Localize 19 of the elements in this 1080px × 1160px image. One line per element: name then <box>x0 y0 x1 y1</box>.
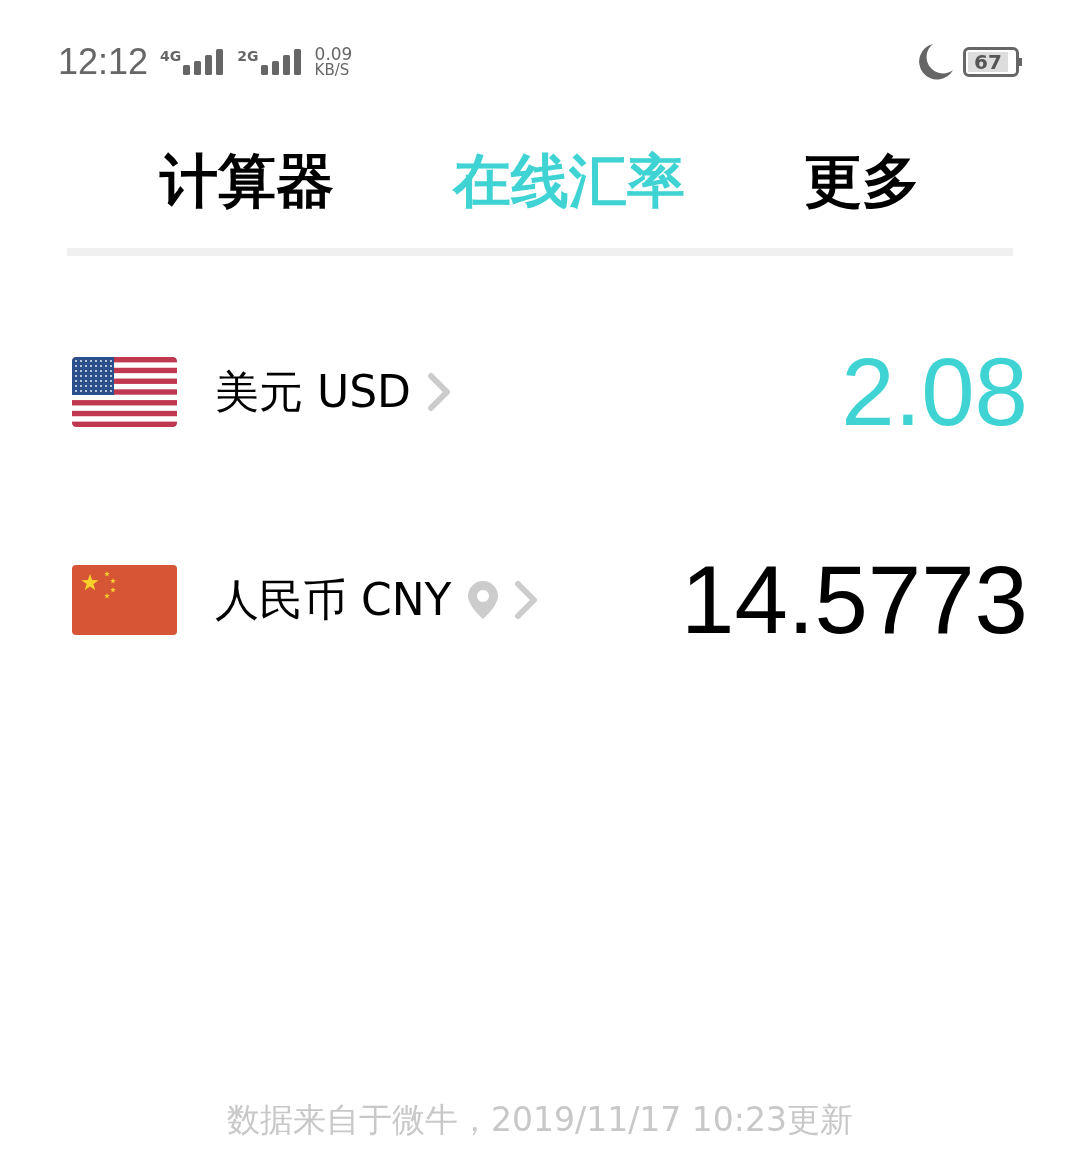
battery-level: 67 <box>968 52 1008 72</box>
speed-unit: KB/S <box>314 63 351 78</box>
chevron-right-icon <box>513 580 538 620</box>
network-type: 4G <box>160 49 182 63</box>
amount: 14.5773 <box>681 552 1028 648</box>
china-flag-icon <box>72 565 177 635</box>
signal-icon <box>260 49 303 75</box>
amount: 2.08 <box>841 344 1028 440</box>
tab[interactable]: 更多 <box>804 152 921 210</box>
currency-selector[interactable]: 美元 USD <box>215 359 451 425</box>
signal-icon <box>183 49 226 75</box>
status-time: 12:12 <box>58 40 149 84</box>
moon-icon <box>919 44 953 80</box>
network-speed: 0.09 <box>314 46 353 63</box>
network-type: 2G <box>237 49 259 63</box>
us-flag-icon <box>72 357 177 427</box>
tab[interactable]: 计算器 <box>159 152 334 210</box>
chevron-right-icon <box>427 372 451 412</box>
currency-selector[interactable]: 人民币 CNY <box>215 567 538 633</box>
